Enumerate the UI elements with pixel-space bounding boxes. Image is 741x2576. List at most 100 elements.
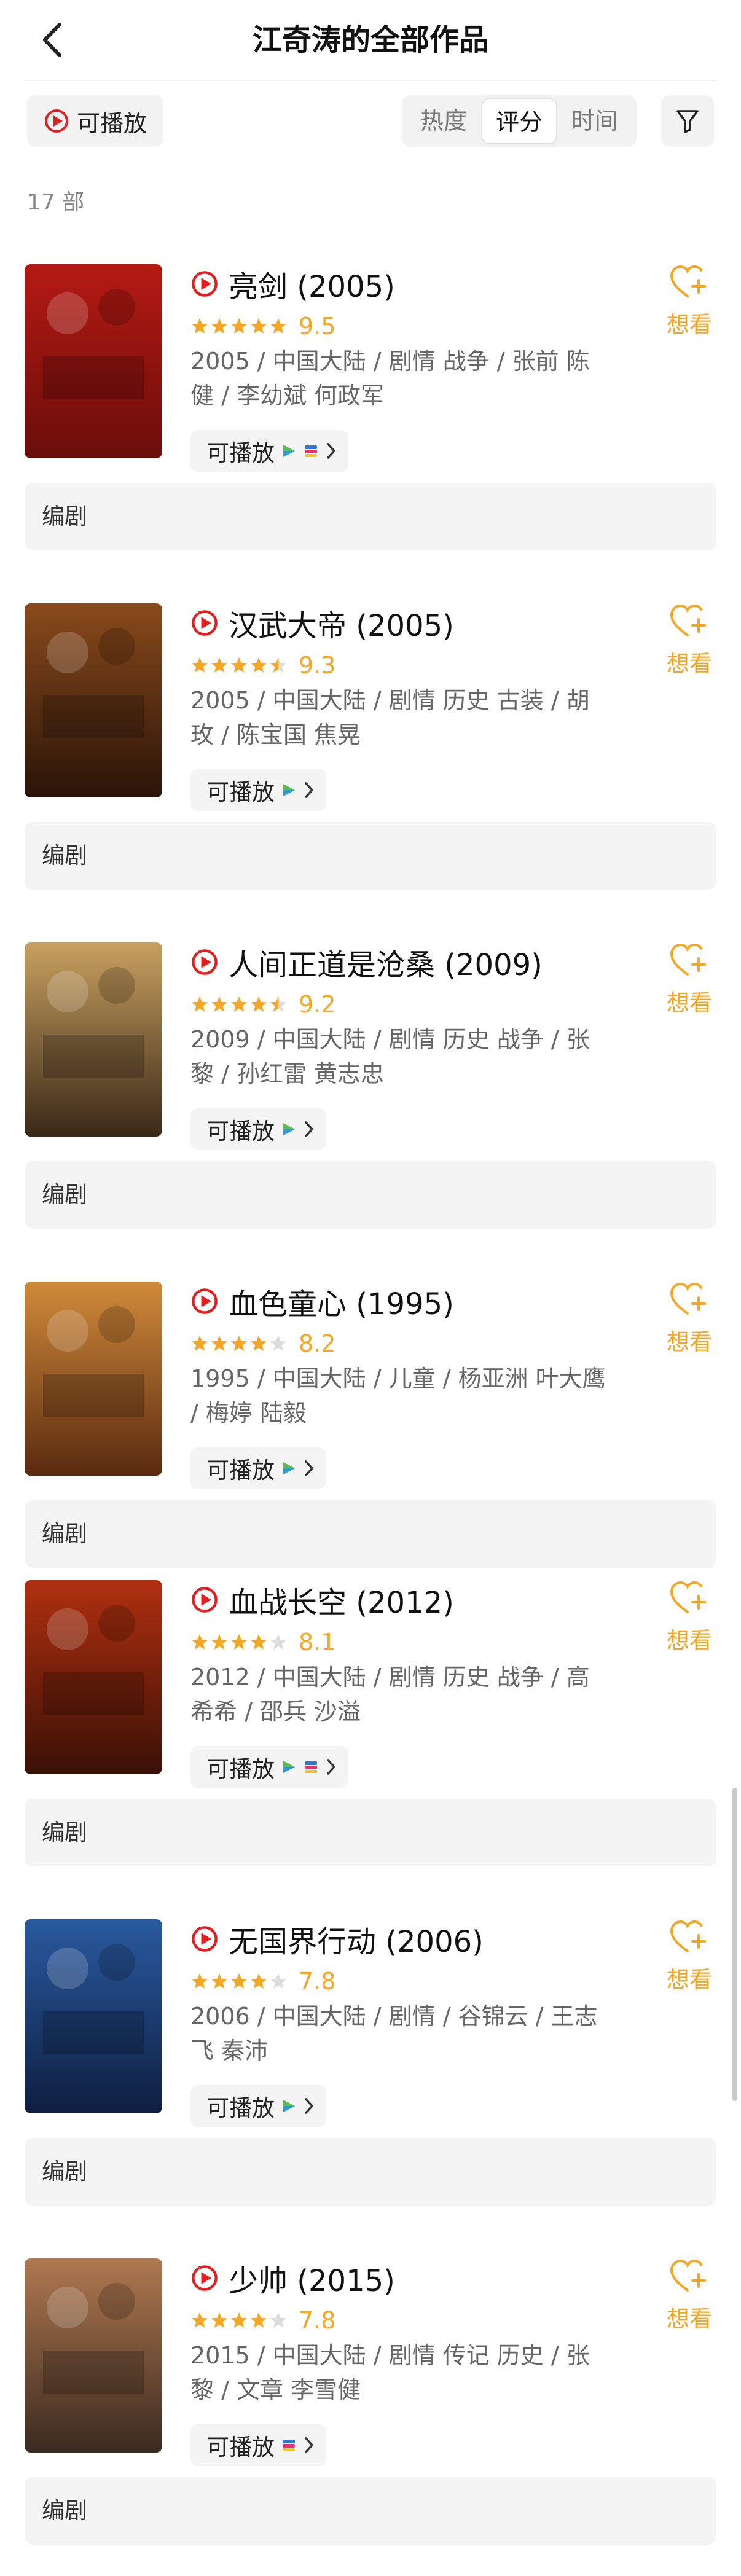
scrollbar[interactable] [732, 1788, 737, 2101]
want-to-watch-button[interactable]: 想看 [659, 2258, 720, 2333]
page-title: 江奇涛的全部作品 [252, 23, 488, 57]
sort-option-heat[interactable]: 热度 [406, 95, 482, 147]
want-to-watch-button[interactable]: 想看 [659, 264, 720, 339]
movie-title: 人间正道是沧桑 (2009) [229, 948, 543, 982]
movie-poster[interactable] [25, 1580, 162, 1774]
rating-value: 8.1 [299, 1629, 336, 1656]
star-icon [250, 1335, 267, 1351]
movie-poster[interactable] [25, 942, 162, 1137]
star-icon [250, 2312, 267, 2328]
bilibili-icon [283, 2440, 295, 2451]
rating-stars [190, 656, 288, 675]
work-item[interactable]: 亮剑 (2005) 9.5 2005 / 中国大陆 / 剧情 战争 / 张前 陈… [0, 264, 741, 553]
want-to-watch-label: 想看 [667, 990, 712, 1016]
role-bar[interactable]: 编剧 [25, 2138, 716, 2206]
rating-stars [190, 995, 288, 1014]
star-icon [270, 657, 287, 673]
playable-button[interactable]: 可播放 [190, 1108, 326, 1150]
star-icon [191, 2312, 208, 2328]
star-icon [211, 996, 228, 1012]
rating-value: 7.8 [299, 2307, 336, 2334]
playable-filter-button[interactable]: 可播放 [27, 95, 163, 147]
star-icon [250, 1973, 267, 1989]
chevron-right-icon [327, 1759, 335, 1775]
star-icon [270, 1634, 287, 1650]
movie-meta: 2009 / 中国大陆 / 剧情 历史 战争 / 张黎 / 孙红雷 黄志忠 [190, 1026, 590, 1087]
rating-stars [190, 1633, 288, 1651]
movie-meta: 2005 / 中国大陆 / 剧情 历史 古装 / 胡玫 / 陈宝国 焦晃 [190, 687, 590, 748]
star-icon [191, 1973, 208, 1989]
want-to-watch-button[interactable]: 想看 [659, 1919, 720, 1994]
work-item[interactable]: 血色童心 (1995) 8.2 1995 / 中国大陆 / 儿童 / 杨亚洲 叶… [0, 1282, 741, 1570]
playable-button[interactable]: 可播放 [190, 1746, 348, 1788]
star-icon [211, 318, 228, 334]
rating-value: 9.2 [299, 991, 336, 1018]
want-to-watch-label: 想看 [667, 1627, 712, 1654]
star-icon [211, 657, 228, 673]
want-to-watch-button[interactable]: 想看 [659, 603, 720, 678]
movie-title: 血色童心 (1995) [229, 1287, 454, 1321]
movie-title-row[interactable]: 血色童心 (1995) [190, 1282, 454, 1321]
rating-value: 9.5 [299, 313, 336, 340]
work-item[interactable]: 少帅 (2015) 7.8 2015 / 中国大陆 / 剧情 传记 历史 / 张… [0, 2258, 741, 2547]
work-item[interactable]: 无国界行动 (2006) 7.8 2006 / 中国大陆 / 剧情 / 谷锦云 … [0, 1919, 741, 2208]
work-item[interactable]: 人间正道是沧桑 (2009) 9.2 2009 / 中国大陆 / 剧情 历史 战… [0, 942, 741, 1231]
movie-title-row[interactable]: 人间正道是沧桑 (2009) [190, 942, 543, 982]
star-icon [191, 318, 208, 334]
star-icon [270, 1973, 287, 1989]
star-icon [230, 657, 248, 673]
movie-meta: 2012 / 中国大陆 / 剧情 历史 战争 / 高希希 / 邵兵 沙溢 [190, 1664, 590, 1725]
role-bar[interactable]: 编剧 [25, 822, 716, 890]
playable-label: 可播放 [206, 779, 275, 805]
playable-label: 可播放 [206, 2095, 275, 2121]
role-bar[interactable]: 编剧 [25, 2477, 716, 2545]
movie-poster[interactable] [25, 1282, 162, 1476]
movie-poster[interactable] [25, 1919, 162, 2113]
movie-title-row[interactable]: 少帅 (2015) [190, 2258, 395, 2298]
movie-poster[interactable] [25, 264, 162, 458]
role-bar[interactable]: 编剧 [25, 1799, 716, 1866]
want-to-watch-button[interactable]: 想看 [659, 942, 720, 1017]
star-icon [211, 1634, 228, 1650]
star-icon [211, 1335, 228, 1351]
movie-poster[interactable] [25, 2258, 162, 2453]
work-item[interactable]: 血战长空 (2012) 8.1 2012 / 中国大陆 / 剧情 历史 战争 /… [0, 1580, 741, 1869]
want-to-watch-button[interactable]: 想看 [659, 1580, 720, 1655]
want-to-watch-button[interactable]: 想看 [659, 1282, 720, 1357]
iqiyi-icon [283, 1462, 295, 1474]
playable-button[interactable]: 可播放 [190, 1447, 326, 1489]
work-item[interactable]: 汉武大帝 (2005) 9.3 2005 / 中国大陆 / 剧情 历史 古装 /… [0, 603, 741, 892]
iqiyi-icon [283, 2100, 295, 2112]
funnel-icon [676, 110, 699, 133]
star-icon [230, 2312, 248, 2328]
playable-label: 可播放 [206, 2434, 275, 2461]
movie-meta: 2015 / 中国大陆 / 剧情 传记 历史 / 张黎 / 文章 李雪健 [190, 2342, 590, 2403]
filter-button[interactable] [661, 95, 714, 147]
playable-button[interactable]: 可播放 [190, 430, 348, 472]
movie-rating: 8.1 [190, 1627, 335, 1658]
play-circle-icon [44, 109, 68, 133]
bilibili-icon [305, 1761, 317, 1773]
playable-button[interactable]: 可播放 [190, 769, 326, 811]
chevron-right-icon [305, 2437, 313, 2453]
movie-rating: 7.8 [190, 1966, 335, 1997]
movie-poster[interactable] [25, 603, 162, 797]
chevron-right-icon [305, 782, 313, 798]
role-bar[interactable]: 编剧 [25, 1500, 716, 1568]
movie-title-row[interactable]: 无国界行动 (2006) [190, 1919, 484, 1959]
sort-option-rating[interactable]: 评分 [481, 98, 557, 144]
movie-title-row[interactable]: 血战长空 (2012) [190, 1580, 454, 1620]
role-label: 编剧 [42, 2158, 87, 2185]
movie-title-row[interactable]: 汉武大帝 (2005) [190, 603, 454, 643]
sort-option-time[interactable]: 时间 [557, 95, 633, 147]
star-icon [270, 318, 287, 334]
playable-button[interactable]: 可播放 [190, 2424, 326, 2466]
playable-button[interactable]: 可播放 [190, 2085, 326, 2127]
movie-title-row[interactable]: 亮剑 (2005) [190, 264, 395, 304]
movie-rating: 8.2 [190, 1328, 335, 1359]
role-bar[interactable]: 编剧 [25, 1161, 716, 1229]
role-bar[interactable]: 编剧 [25, 483, 716, 550]
playable-label: 可播放 [206, 1756, 275, 1782]
rating-stars [190, 317, 288, 335]
sort-segmented-control: 热度 评分 时间 [402, 95, 637, 147]
